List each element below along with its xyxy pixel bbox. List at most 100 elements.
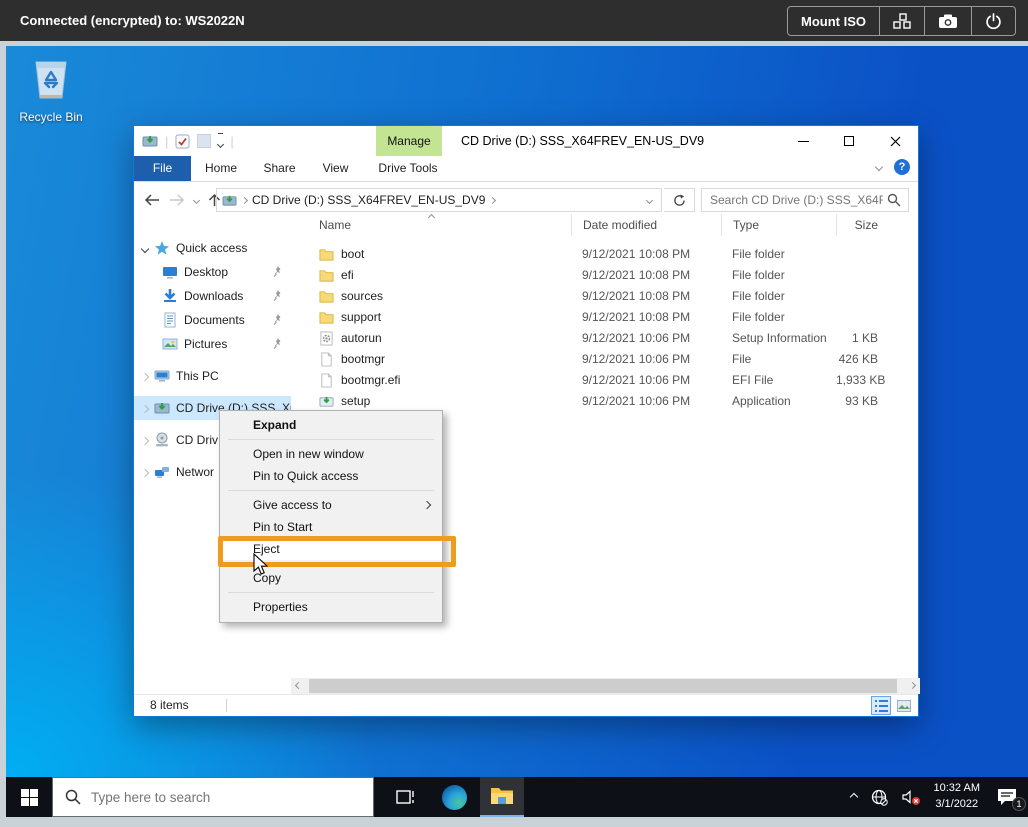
window-controls: [780, 126, 918, 156]
power-button[interactable]: [971, 7, 1015, 35]
pin-icon: [273, 290, 282, 301]
file-row[interactable]: bootmgr.efi 9/12/2021 10:06 PM EFI File …: [291, 370, 920, 391]
drive-icon: [142, 134, 158, 148]
folder-icon: [319, 268, 334, 283]
recycle-bin[interactable]: Recycle Bin: [12, 54, 90, 124]
column-header-date[interactable]: Date modified: [571, 214, 721, 236]
mount-iso-button[interactable]: Mount ISO: [788, 7, 879, 35]
file-row[interactable]: bootmgr 9/12/2021 10:06 PM File 426 KB: [291, 349, 920, 370]
back-icon[interactable]: [144, 194, 160, 206]
volume-muted[interactable]: [895, 777, 928, 817]
close-button[interactable]: [872, 126, 918, 156]
pin-icon: [273, 338, 282, 349]
menu-separator: [228, 490, 434, 491]
column-header-size[interactable]: Size: [836, 214, 920, 236]
file-row[interactable]: support 9/12/2021 10:08 PM File folder: [291, 307, 920, 328]
ctrl-alt-del-button[interactable]: [879, 7, 924, 35]
taskbar-search[interactable]: [52, 777, 374, 817]
folder-icon: [319, 289, 334, 304]
pin-icon: [273, 266, 282, 277]
maximize-icon: [844, 136, 854, 146]
network-status[interactable]: [864, 777, 895, 817]
menu-item-pin-quick-access[interactable]: Pin to Quick access: [220, 465, 442, 487]
thumbnail-view-button[interactable]: [894, 696, 914, 715]
file-row[interactable]: sources 9/12/2021 10:08 PM File folder: [291, 286, 920, 307]
search-box[interactable]: [701, 188, 909, 212]
address-bar[interactable]: CD Drive (D:) SSS_X64FREV_EN-US_DV9: [216, 188, 662, 212]
horizontal-scrollbar[interactable]: [291, 678, 920, 694]
customize-toolbar-button[interactable]: [218, 133, 223, 150]
nav-item-desktop[interactable]: Desktop: [134, 260, 291, 284]
refresh-button[interactable]: [664, 188, 695, 212]
edge-browser-button[interactable]: [432, 777, 476, 817]
tab-home[interactable]: Home: [191, 156, 251, 181]
menu-item-open-new-window[interactable]: Open in new window: [220, 443, 442, 465]
minimize-button[interactable]: [780, 126, 826, 156]
scroll-left-icon[interactable]: [295, 682, 302, 689]
menu-item-pin-start[interactable]: Pin to Start: [220, 516, 442, 538]
status-bar: 8 items: [134, 694, 918, 716]
nav-item-pictures[interactable]: Pictures: [134, 332, 291, 356]
nav-item-downloads[interactable]: Downloads: [134, 284, 291, 308]
title-bar[interactable]: | | Manage CD Drive (D:) SSS_X64FREV_EN-…: [134, 126, 918, 156]
forward-icon[interactable]: [169, 194, 185, 206]
hidden-icons-button[interactable]: [844, 777, 864, 817]
tab-share[interactable]: Share: [251, 156, 308, 181]
menu-item-properties[interactable]: Properties: [220, 596, 442, 618]
thumbnail-view-icon: [897, 700, 911, 712]
properties-icon[interactable]: [175, 134, 190, 149]
taskbar-clock[interactable]: 10:32 AM 3/1/2022: [928, 781, 986, 813]
quick-access-toolbar: | |: [142, 126, 234, 156]
file-row[interactable]: setup 9/12/2021 10:06 PM Application 93 …: [291, 391, 920, 412]
manage-contextual-tab[interactable]: Manage: [376, 126, 442, 156]
nav-item-quick-access[interactable]: Quick access: [134, 236, 291, 260]
documents-icon: [162, 312, 178, 328]
breadcrumb-chevron-icon[interactable]: [489, 196, 496, 203]
speaker-muted-icon: [902, 789, 921, 806]
nav-item-label: Pictures: [184, 337, 227, 351]
menu-item-give-access[interactable]: Give access to: [220, 494, 442, 516]
status-divider: [226, 699, 227, 712]
file-row[interactable]: boot 9/12/2021 10:08 PM File folder: [291, 244, 920, 265]
column-header-type[interactable]: Type: [721, 214, 836, 236]
start-button[interactable]: [6, 777, 52, 817]
task-view-button[interactable]: [384, 777, 428, 817]
details-view-button[interactable]: [871, 696, 891, 715]
nav-item-documents[interactable]: Documents: [134, 308, 291, 332]
power-icon: [985, 13, 1002, 30]
scroll-right-icon[interactable]: [909, 682, 916, 689]
search-icon[interactable]: [887, 193, 901, 207]
new-folder-icon[interactable]: [197, 134, 211, 148]
cd-drive-icon: [222, 194, 237, 207]
downloads-icon: [162, 288, 178, 304]
task-view-icon: [396, 788, 416, 806]
nav-item-label: Documents: [184, 313, 245, 327]
file-row[interactable]: efi 9/12/2021 10:08 PM File folder: [291, 265, 920, 286]
file-explorer-button[interactable]: [480, 777, 524, 817]
tab-file[interactable]: File: [134, 156, 191, 181]
expand-ribbon-icon[interactable]: [875, 163, 883, 171]
address-dropdown-icon[interactable]: [646, 197, 653, 204]
menu-separator: [228, 439, 434, 440]
search-input[interactable]: [702, 193, 887, 207]
pin-icon: [273, 314, 282, 325]
nav-item-label: This PC: [176, 369, 219, 383]
maximize-button[interactable]: [826, 126, 872, 156]
action-center-button[interactable]: 1: [986, 777, 1028, 817]
scrollbar-thumb[interactable]: [309, 679, 897, 693]
nav-item-this-pc[interactable]: This PC: [134, 364, 291, 388]
file-icon: [319, 352, 334, 367]
notification-badge: 1: [1012, 797, 1026, 811]
tab-view[interactable]: View: [308, 156, 363, 181]
screenshot-button[interactable]: [924, 7, 971, 35]
help-icon[interactable]: ?: [894, 159, 910, 175]
breadcrumb[interactable]: CD Drive (D:) SSS_X64FREV_EN-US_DV9: [252, 193, 485, 207]
tab-drive-tools[interactable]: Drive Tools: [372, 156, 444, 181]
recent-locations-icon[interactable]: [193, 196, 200, 203]
context-menu: Expand Open in new window Pin to Quick a…: [219, 410, 443, 623]
toolbar-separator: |: [230, 134, 233, 149]
menu-item-expand[interactable]: Expand: [220, 414, 442, 436]
taskbar-search-input[interactable]: [91, 790, 373, 805]
refresh-icon: [673, 194, 686, 207]
file-row[interactable]: autorun 9/12/2021 10:06 PM Setup Informa…: [291, 328, 920, 349]
